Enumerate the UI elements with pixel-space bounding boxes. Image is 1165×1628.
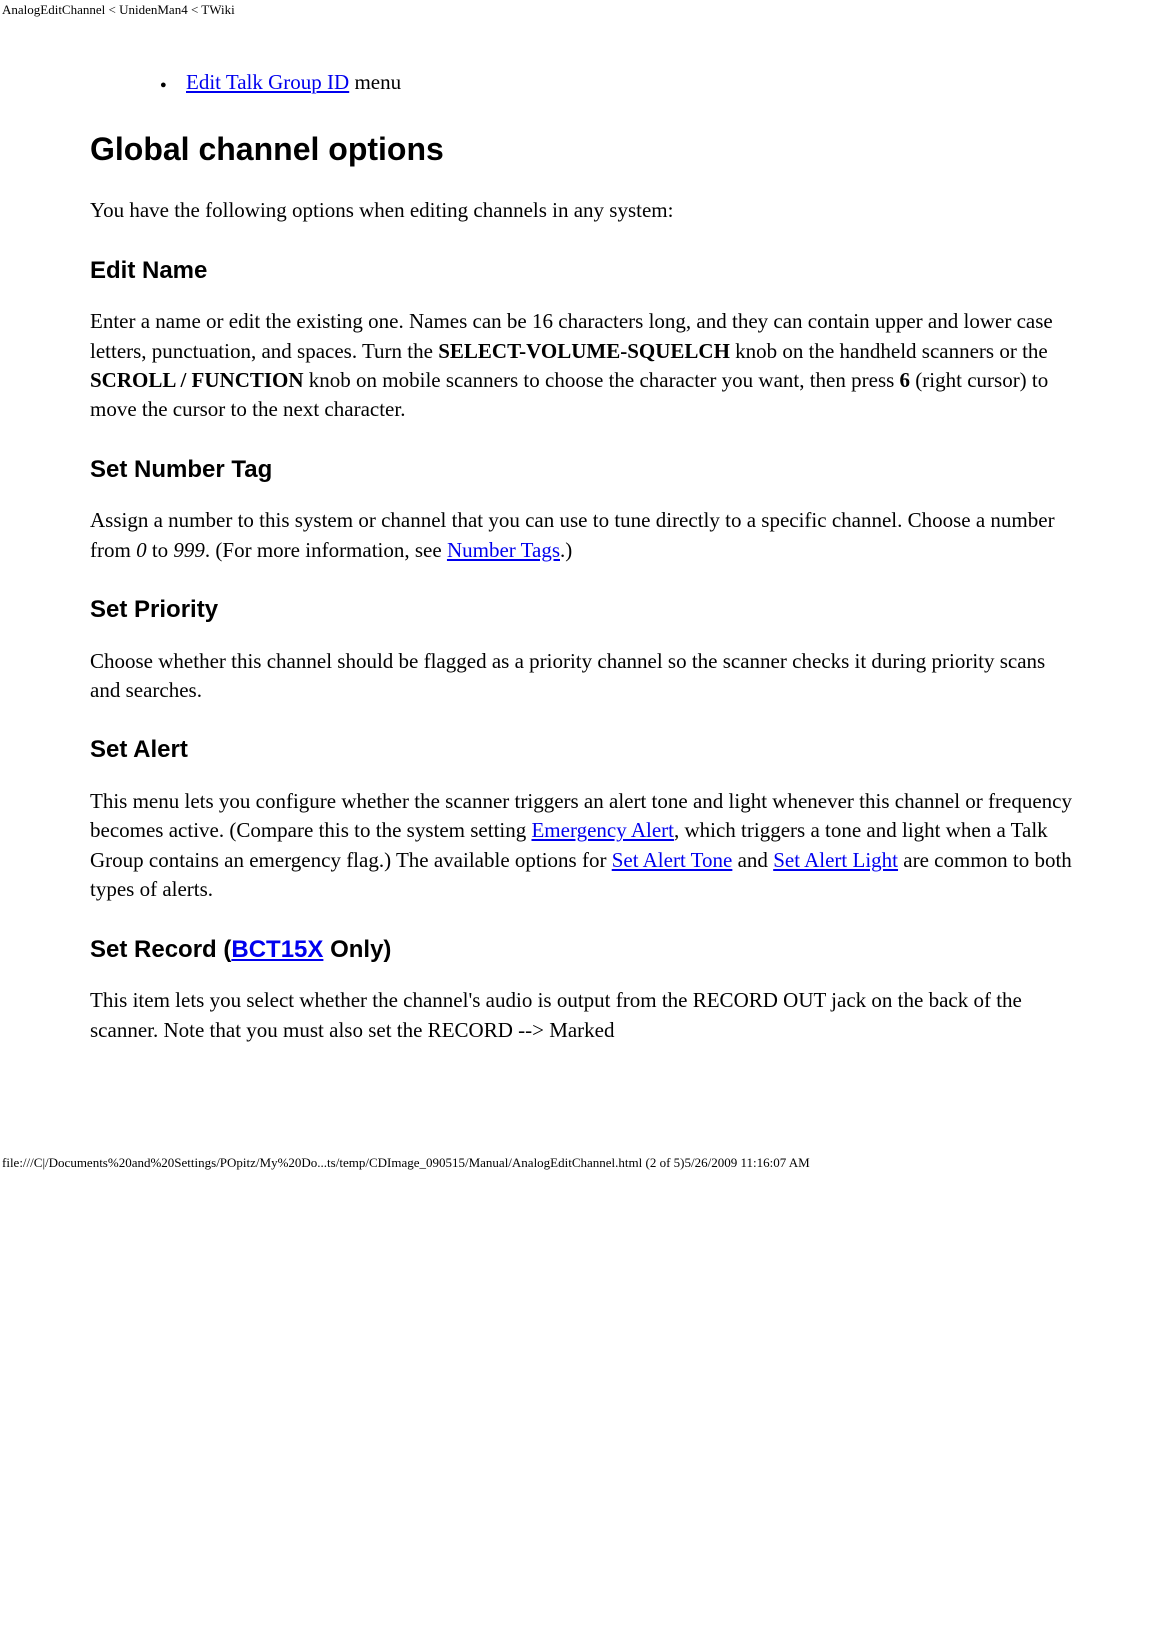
page-footer: file:///C|/Documents%20and%20Settings/PO…	[0, 1153, 1165, 1179]
italic-span: 999	[173, 538, 205, 562]
set-priority-paragraph: Choose whether this channel should be fl…	[90, 647, 1075, 706]
emergency-alert-link[interactable]: Emergency Alert	[531, 818, 673, 842]
set-number-tag-heading: Set Number Tag	[90, 453, 1075, 487]
list-item: Edit Talk Group ID menu	[160, 68, 1075, 97]
edit-name-heading: Edit Name	[90, 254, 1075, 288]
text-span: knob on the handheld scanners or the	[730, 339, 1048, 363]
set-alert-heading: Set Alert	[90, 733, 1075, 767]
bold-span: SCROLL / FUNCTION	[90, 368, 304, 392]
bct15x-link[interactable]: BCT15X	[231, 936, 323, 963]
text-span: and	[732, 848, 773, 872]
main-content: Edit Talk Group ID menu Global channel o…	[0, 18, 1165, 1153]
intro-paragraph: You have the following options when edit…	[90, 196, 1075, 225]
text-span: Set Record (	[90, 936, 231, 963]
text-span: Only)	[323, 936, 391, 963]
italic-span: 0	[136, 538, 147, 562]
edit-name-paragraph: Enter a name or edit the existing one. N…	[90, 307, 1075, 425]
set-alert-tone-link[interactable]: Set Alert Tone	[612, 848, 733, 872]
page-header: AnalogEditChannel < UnidenMan4 < TWiki	[0, 0, 1165, 18]
set-number-tag-paragraph: Assign a number to this system or channe…	[90, 506, 1075, 565]
set-priority-heading: Set Priority	[90, 593, 1075, 627]
text-span: . (For more information, see	[205, 538, 447, 562]
top-bullet-list: Edit Talk Group ID menu	[90, 68, 1075, 97]
bold-span: SELECT-VOLUME-SQUELCH	[438, 339, 730, 363]
text-span: to	[147, 538, 174, 562]
set-record-paragraph: This item lets you select whether the ch…	[90, 986, 1075, 1045]
list-item-suffix: menu	[349, 70, 401, 94]
text-span: .)	[560, 538, 572, 562]
set-alert-paragraph: This menu lets you configure whether the…	[90, 787, 1075, 905]
text-span: knob on mobile scanners to choose the ch…	[304, 368, 900, 392]
edit-talk-group-id-link[interactable]: Edit Talk Group ID	[186, 70, 349, 94]
set-alert-light-link[interactable]: Set Alert Light	[773, 848, 898, 872]
number-tags-link[interactable]: Number Tags	[447, 538, 560, 562]
bold-span: 6	[900, 368, 911, 392]
page-title: Global channel options	[90, 127, 1075, 172]
set-record-heading: Set Record (BCT15X Only)	[90, 933, 1075, 967]
